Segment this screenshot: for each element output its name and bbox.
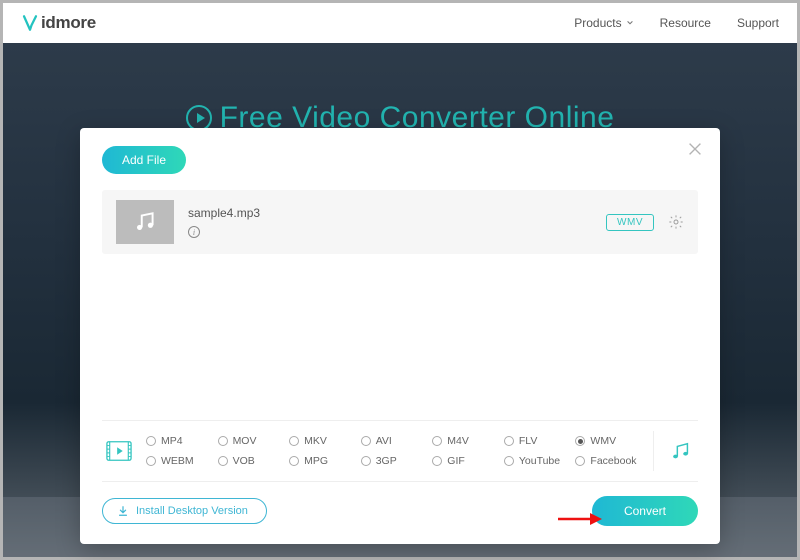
- radio-icon: [575, 456, 585, 466]
- format-option-vob[interactable]: VOB: [218, 455, 286, 467]
- format-option-youtube[interactable]: YouTube: [504, 455, 572, 467]
- radio-icon: [218, 456, 228, 466]
- nav-products[interactable]: Products: [574, 16, 633, 30]
- format-option-facebook[interactable]: Facebook: [575, 455, 643, 467]
- format-option-label: YouTube: [519, 455, 560, 467]
- close-button[interactable]: [686, 140, 704, 158]
- hero-title: Free Video Converter Online: [3, 43, 797, 135]
- format-option-mp4[interactable]: MP4: [146, 435, 214, 447]
- video-formats-icon: [106, 440, 132, 462]
- format-option-label: MPG: [304, 455, 328, 467]
- radio-icon: [289, 436, 299, 446]
- install-desktop-button[interactable]: Install Desktop Version: [102, 498, 267, 524]
- music-note-icon: [132, 209, 158, 235]
- add-file-button[interactable]: Add File: [102, 146, 186, 174]
- format-panel: MP4 MOV MKV AVI M4V FLV WMV WEBM VOB MPG 3GP GIF You…: [102, 420, 698, 482]
- radio-icon: [146, 456, 156, 466]
- brand-logo[interactable]: idmore: [21, 13, 96, 33]
- format-option-avi[interactable]: AVI: [361, 435, 429, 447]
- converter-modal: Add File sample4.mp3 i WMV MP4MOVMKVAVIM…: [80, 128, 720, 544]
- format-option-label: MP4: [161, 435, 183, 447]
- radio-icon: [289, 456, 299, 466]
- file-name: sample4.mp3: [188, 206, 260, 220]
- radio-icon: [504, 456, 514, 466]
- format-options-grid: MP4 MOV MKV AVI M4V FLV WMV WEBM VOB MPG 3GP GIF You…: [146, 435, 643, 467]
- modal-footer: Install Desktop Version Convert: [80, 482, 720, 544]
- radio-icon: [218, 436, 228, 446]
- radio-icon: [361, 436, 371, 446]
- format-option-mov[interactable]: MOV: [218, 435, 286, 447]
- format-option-gif[interactable]: GIF: [432, 455, 500, 467]
- info-icon[interactable]: i: [188, 226, 200, 238]
- nav-products-label: Products: [574, 16, 621, 30]
- format-option-label: MOV: [233, 435, 257, 447]
- format-badge[interactable]: WMV: [606, 214, 654, 231]
- format-option-label: VOB: [233, 455, 255, 467]
- radio-icon: [361, 456, 371, 466]
- format-option-label: Facebook: [590, 455, 636, 467]
- format-option-m4v[interactable]: M4V: [432, 435, 500, 447]
- download-icon: [117, 505, 129, 517]
- modal-body: [80, 254, 720, 420]
- install-desktop-label: Install Desktop Version: [136, 505, 248, 517]
- nav-support[interactable]: Support: [737, 16, 779, 30]
- format-option-webm[interactable]: WEBM: [146, 455, 214, 467]
- chevron-down-icon: [626, 19, 634, 27]
- modal-header: Add File: [80, 128, 720, 184]
- format-option-flv[interactable]: FLV: [504, 435, 572, 447]
- settings-button[interactable]: [668, 214, 684, 230]
- radio-icon: [432, 456, 442, 466]
- format-option-3gp[interactable]: 3GP: [361, 455, 429, 467]
- format-option-label: 3GP: [376, 455, 397, 467]
- format-option-label: AVI: [376, 435, 392, 447]
- format-option-wmv[interactable]: WMV: [575, 435, 643, 447]
- gear-icon: [668, 214, 684, 230]
- format-option-label: WMV: [590, 435, 616, 447]
- format-option-label: M4V: [447, 435, 469, 447]
- file-thumbnail: [116, 200, 174, 244]
- logo-mark-icon: [21, 14, 39, 32]
- file-meta: sample4.mp3 i: [188, 206, 260, 238]
- top-nav: idmore Products Resource Support: [3, 3, 797, 43]
- radio-icon: [432, 436, 442, 446]
- file-row: sample4.mp3 i WMV: [102, 190, 698, 254]
- nav-resource[interactable]: Resource: [660, 16, 711, 30]
- convert-button[interactable]: Convert: [592, 496, 698, 526]
- radio-icon: [575, 436, 585, 446]
- brand-text: idmore: [41, 13, 96, 33]
- close-icon: [686, 140, 704, 158]
- format-option-label: FLV: [519, 435, 537, 447]
- radio-icon: [146, 436, 156, 446]
- format-option-label: MKV: [304, 435, 327, 447]
- format-divider: [653, 431, 654, 471]
- format-option-mkv[interactable]: MKV: [289, 435, 357, 447]
- format-option-label: GIF: [447, 455, 465, 467]
- format-option-mpg[interactable]: MPG: [289, 455, 357, 467]
- audio-formats-icon[interactable]: [668, 440, 694, 462]
- radio-icon: [504, 436, 514, 446]
- format-option-label: WEBM: [161, 455, 194, 467]
